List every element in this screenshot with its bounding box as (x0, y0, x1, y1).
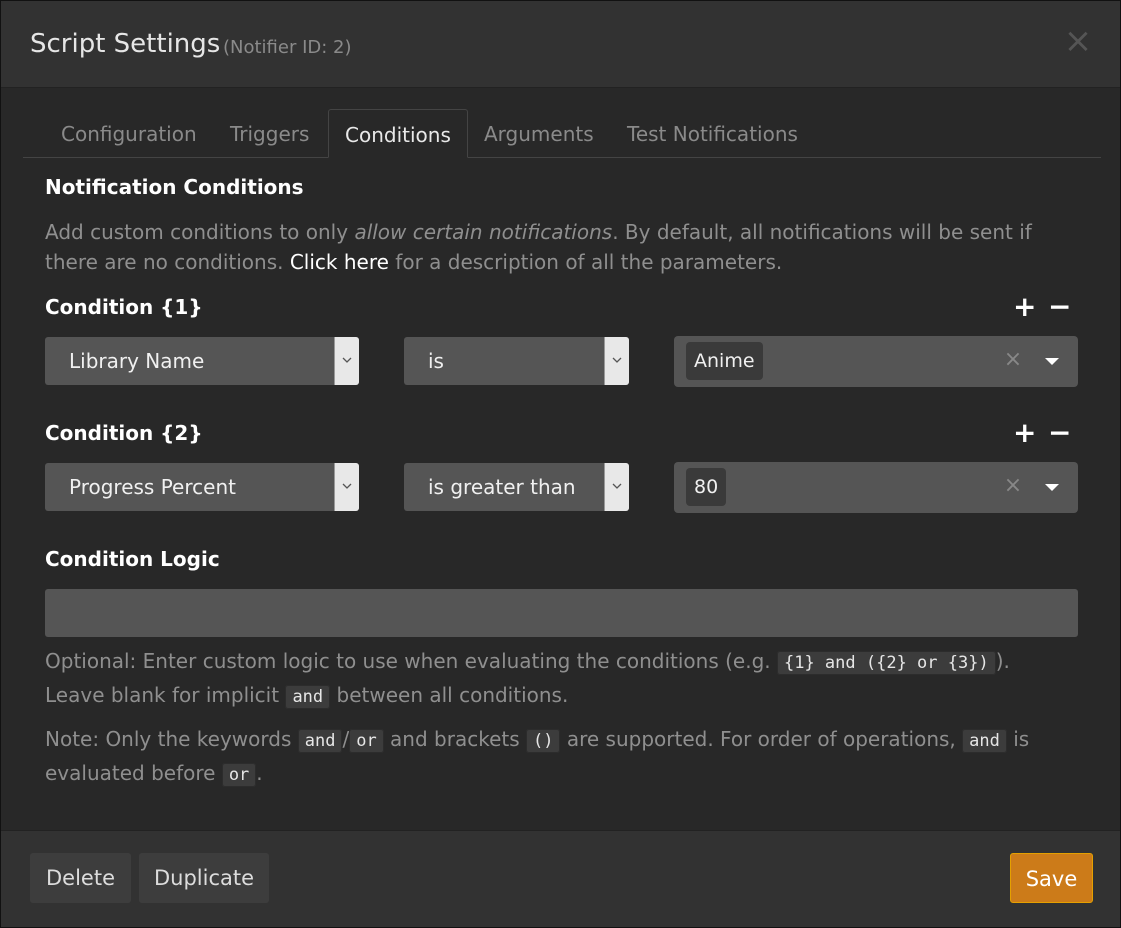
condition-1-value-tag: Anime (686, 342, 763, 380)
help-text: Leave blank for implicit (45, 683, 286, 707)
condition-1-label: Condition {1} (45, 295, 203, 319)
condition-1-parameter-select[interactable]: Library Name (45, 337, 359, 385)
code-and: and (297, 729, 343, 753)
parameters-help-link[interactable]: Click here (290, 250, 389, 274)
conditions-description: Add custom conditions to only allow cert… (45, 217, 1085, 277)
note-text: Note: Only the keywords (45, 727, 298, 751)
desc-emphasis: allow certain notifications (354, 220, 613, 244)
caret-down-icon[interactable] (1044, 353, 1060, 369)
code-and: and (285, 685, 331, 709)
chevron-down-icon (334, 463, 359, 511)
notification-conditions-heading: Notification Conditions (45, 175, 304, 199)
code-brackets: () (526, 729, 561, 753)
remove-condition-1-icon[interactable]: − (1048, 293, 1071, 321)
condition-2-operator-select[interactable]: is greater than (404, 463, 629, 511)
tab-arguments[interactable]: Arguments (468, 109, 610, 157)
note-text: . (256, 761, 263, 785)
condition-1-parameter-value: Library Name (69, 349, 205, 373)
close-icon[interactable]: × (1060, 23, 1096, 59)
add-condition-1-icon[interactable]: + (1013, 293, 1036, 321)
condition-2-operator-value: is greater than (428, 475, 576, 499)
condition-logic-input[interactable] (45, 589, 1078, 637)
condition-2-value-input[interactable]: 80 × (674, 462, 1078, 513)
condition-2-parameter-select[interactable]: Progress Percent (45, 463, 359, 511)
condition-2-parameter-value: Progress Percent (69, 475, 236, 499)
desc-text-1: Add custom conditions to only (45, 220, 355, 244)
condition-logic-help: Optional: Enter custom logic to use when… (45, 645, 1085, 713)
note-text: are supported. For order of operations, (560, 727, 963, 751)
modal-title: Script Settings (30, 29, 221, 59)
help-text: between all conditions. (330, 683, 569, 707)
tab-triggers[interactable]: Triggers (214, 109, 325, 157)
code-and: and (962, 729, 1007, 753)
save-button[interactable]: Save (1010, 853, 1093, 903)
tab-configuration[interactable]: Configuration (45, 109, 213, 157)
tab-bar: Configuration Triggers Conditions Argume… (23, 109, 1101, 158)
help-text: Optional: Enter custom logic to use when… (45, 649, 777, 673)
tab-conditions[interactable]: Conditions (328, 109, 468, 158)
chevron-down-icon (334, 337, 359, 385)
condition-2-label: Condition {2} (45, 421, 203, 445)
condition-1-value-input[interactable]: Anime × (674, 336, 1078, 387)
remove-condition-2-icon[interactable]: − (1048, 419, 1071, 447)
code-or: or (221, 763, 257, 787)
delete-button[interactable]: Delete (30, 853, 131, 903)
script-settings-modal: Script Settings (Notifier ID: 2) × Confi… (0, 0, 1121, 928)
condition-logic-heading: Condition Logic (45, 547, 220, 571)
clear-icon[interactable]: × (1002, 349, 1024, 371)
add-condition-2-icon[interactable]: + (1013, 419, 1036, 447)
condition-2-value-tag: 80 (686, 468, 727, 506)
condition-1-operator-select[interactable]: is (404, 337, 629, 385)
modal-header: Script Settings (Notifier ID: 2) × (1, 1, 1120, 88)
note-text: and brackets (383, 727, 526, 751)
condition-1-operator-value: is (428, 349, 444, 373)
code-or: or (349, 729, 384, 753)
caret-down-icon[interactable] (1044, 479, 1060, 495)
chevron-down-icon (604, 463, 629, 511)
clear-icon[interactable]: × (1002, 475, 1024, 497)
condition-logic-note: Note: Only the keywords and / or and brack… (45, 723, 1085, 791)
tab-test-notifications[interactable]: Test Notifications (611, 109, 814, 157)
modal-subtitle: (Notifier ID: 2) (223, 37, 352, 58)
duplicate-button[interactable]: Duplicate (139, 853, 269, 903)
desc-text-3: for a description of all the parameters. (388, 250, 783, 274)
example-code: {1} and ({2} or {3}) (776, 651, 996, 675)
chevron-down-icon (604, 337, 629, 385)
help-text: ). (995, 649, 1010, 673)
modal-footer: Delete Duplicate Save (1, 830, 1120, 927)
